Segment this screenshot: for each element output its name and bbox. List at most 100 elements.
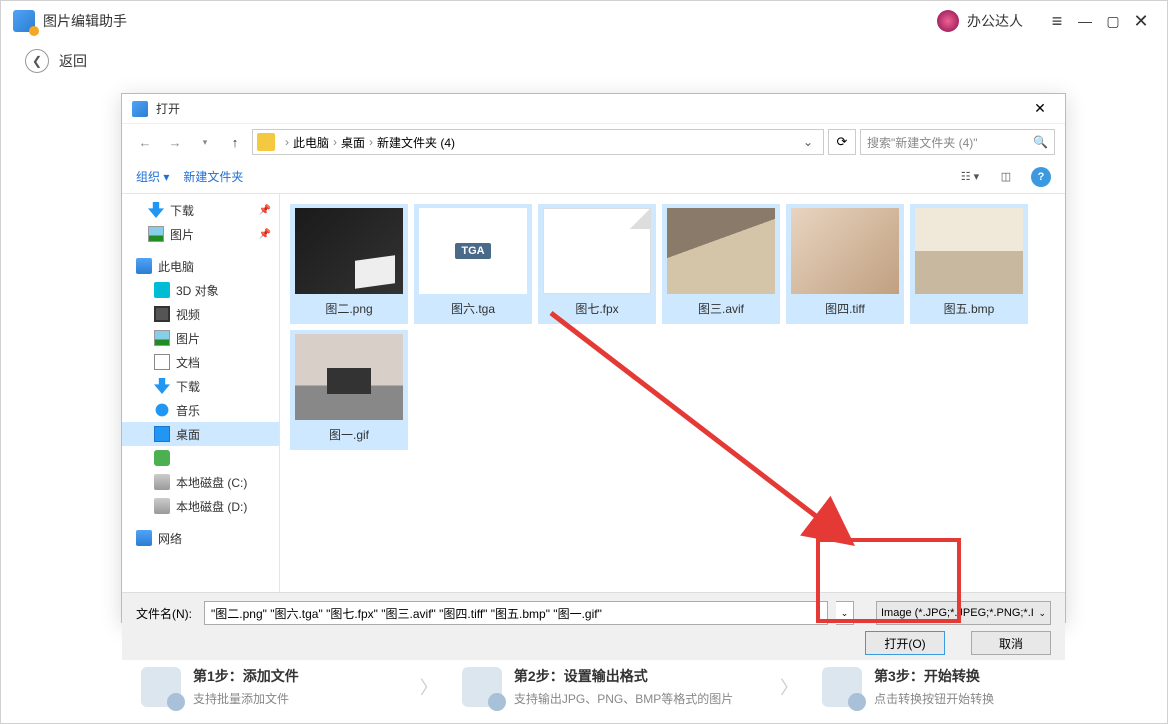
- avatar[interactable]: [937, 10, 959, 32]
- sidebar-item-3d[interactable]: 3D 对象: [122, 278, 279, 302]
- search-icon: 🔍: [1033, 135, 1048, 149]
- sidebar-item-pictures[interactable]: 图片📌: [122, 222, 279, 246]
- pin-icon: 📌: [259, 205, 271, 216]
- sidebar-item-documents[interactable]: 文档: [122, 350, 279, 374]
- file-tile[interactable]: TGA 图六.tga: [414, 204, 532, 324]
- filename-input[interactable]: [204, 601, 828, 625]
- file-grid: 图二.png TGA 图六.tga 图七.fpx图三.avif 图四.tiff 图五.bm…: [280, 194, 1065, 592]
- sidebar-item-downloads[interactable]: 下载📌: [122, 198, 279, 222]
- help-button[interactable]: ?: [1031, 167, 1051, 187]
- search-input[interactable]: 搜索"新建文件夹 (4)" 🔍: [860, 129, 1055, 155]
- step-format-icon: [462, 667, 502, 707]
- minimize-button[interactable]: —: [1071, 7, 1099, 35]
- step-sub: 支持输出JPG、PNG、BMP等格式的图片: [514, 690, 733, 707]
- breadcrumb-dropdown-icon[interactable]: ⌄: [797, 135, 819, 149]
- file-tile[interactable]: 图三.avif: [662, 204, 780, 324]
- file-thumbnail: [295, 334, 403, 420]
- sidebar-item-music[interactable]: 音乐: [122, 398, 279, 422]
- dialog-body: 下载📌 图片📌 此电脑 3D 对象 视频 图片 文档 下载 音乐 桌面 本地磁盘…: [122, 194, 1065, 592]
- app-title: 图片编辑助手: [43, 11, 127, 31]
- nav-recent-button[interactable]: ▾: [192, 130, 218, 154]
- maximize-button[interactable]: ▢: [1099, 7, 1127, 35]
- menu-button[interactable]: ≡: [1043, 7, 1071, 35]
- step-2[interactable]: 第2步：设置输出格式支持输出JPG、PNG、BMP等格式的图片: [462, 666, 756, 707]
- dialog-close-button[interactable]: ✕: [1025, 97, 1055, 121]
- titlebar: 图片编辑助手 办公达人 ≡ — ▢ ✕: [1, 1, 1167, 41]
- preview-pane-button[interactable]: ◫: [995, 167, 1017, 187]
- music-icon: [154, 402, 170, 418]
- file-thumbnail: [667, 208, 775, 294]
- breadcrumb[interactable]: › 此电脑 › 桌面 › 新建文件夹 (4) ⌄: [252, 129, 824, 155]
- document-icon: [154, 354, 170, 370]
- step-1[interactable]: 第1步：添加文件支持批量添加文件: [141, 666, 396, 707]
- step-heading: 第2步：设置输出格式: [514, 666, 733, 686]
- breadcrumb-part[interactable]: 此电脑: [293, 134, 329, 151]
- file-tile[interactable]: 图一.gif: [290, 330, 408, 450]
- cancel-button[interactable]: 取消: [971, 631, 1051, 655]
- sidebar-item-thispc[interactable]: 此电脑: [122, 254, 279, 278]
- pc-icon: [136, 258, 152, 274]
- filename-dropdown-button[interactable]: ⌄: [836, 601, 854, 625]
- sidebar-item-drive-c[interactable]: 本地磁盘 (C:): [122, 470, 279, 494]
- chevron-right-icon: 〉: [420, 674, 438, 700]
- app-icon: [154, 450, 170, 466]
- folder-icon: [257, 133, 275, 151]
- sidebar-item-desktop[interactable]: 桌面: [122, 422, 279, 446]
- sidebar-item-pictures-2[interactable]: 图片: [122, 326, 279, 350]
- back-label[interactable]: 返回: [59, 51, 87, 71]
- file-label: 图六.tga: [451, 300, 495, 317]
- file-tile[interactable]: 图七.fpx: [538, 204, 656, 324]
- back-icon[interactable]: ❮: [25, 49, 49, 73]
- sidebar-item-app[interactable]: [122, 446, 279, 470]
- file-tile[interactable]: 图四.tiff: [786, 204, 904, 324]
- file-tile[interactable]: 图五.bmp: [910, 204, 1028, 324]
- organize-menu[interactable]: 组织 ▾: [136, 168, 169, 185]
- file-thumbnail: TGA: [419, 208, 527, 294]
- disk-icon: [154, 474, 170, 490]
- view-mode-button[interactable]: ☷ ▾: [959, 167, 981, 187]
- step-sub: 点击转换按钮开始转换: [874, 690, 994, 707]
- download-icon: [154, 378, 170, 394]
- sidebar-item-network[interactable]: 网络: [122, 526, 279, 550]
- pin-icon: 📌: [259, 229, 271, 240]
- network-icon: [136, 530, 152, 546]
- step-3[interactable]: 第3步：开始转换点击转换按钮开始转换: [822, 666, 1077, 707]
- nav-forward-button[interactable]: →: [162, 130, 188, 154]
- picture-icon: [154, 330, 170, 346]
- dialog-title: 打开: [156, 100, 180, 117]
- step-convert-icon: [822, 667, 862, 707]
- open-button[interactable]: 打开(O): [865, 631, 945, 655]
- sidebar-item-drive-d[interactable]: 本地磁盘 (D:): [122, 494, 279, 518]
- video-icon: [154, 306, 170, 322]
- cube-icon: [154, 282, 170, 298]
- breadcrumb-part[interactable]: 桌面: [341, 134, 365, 151]
- filetype-filter[interactable]: Image (*.JPG;*.JPEG;*.PNG;*.I⌄: [876, 601, 1051, 625]
- sidebar-item-downloads-2[interactable]: 下载: [122, 374, 279, 398]
- dialog-nav: ← → ▾ ↑ › 此电脑 › 桌面 › 新建文件夹 (4) ⌄ ⟳ 搜索"新建…: [122, 124, 1065, 160]
- tga-badge: TGA: [455, 243, 490, 259]
- file-label: 图四.tiff: [825, 300, 865, 317]
- dialog-footer: 文件名(N): ⌄ Image (*.JPG;*.JPEG;*.PNG;*.I⌄…: [122, 592, 1065, 660]
- sidebar: 下载📌 图片📌 此电脑 3D 对象 视频 图片 文档 下载 音乐 桌面 本地磁盘…: [122, 194, 280, 592]
- step-sub: 支持批量添加文件: [193, 690, 299, 707]
- search-placeholder: 搜索"新建文件夹 (4)": [867, 134, 978, 151]
- step-add-icon: [141, 667, 181, 707]
- filter-text: Image (*.JPG;*.JPEG;*.PNG;*.I: [881, 607, 1034, 619]
- close-button[interactable]: ✕: [1127, 7, 1155, 35]
- step-heading: 第1步：添加文件: [193, 666, 299, 686]
- nav-back-button[interactable]: ←: [132, 130, 158, 154]
- back-bar: ❮ 返回: [1, 41, 1167, 81]
- nav-up-button[interactable]: ↑: [222, 130, 248, 154]
- new-folder-button[interactable]: 新建文件夹: [183, 168, 243, 185]
- chevron-right-icon: 〉: [780, 674, 798, 700]
- file-thumbnail: [791, 208, 899, 294]
- file-tile[interactable]: 图二.png: [290, 204, 408, 324]
- breadcrumb-part[interactable]: 新建文件夹 (4): [377, 134, 455, 151]
- dialog-icon: [132, 101, 148, 117]
- sidebar-item-video[interactable]: 视频: [122, 302, 279, 326]
- step-heading: 第3步：开始转换: [874, 666, 994, 686]
- refresh-button[interactable]: ⟳: [828, 129, 856, 155]
- username[interactable]: 办公达人: [967, 11, 1023, 31]
- file-thumbnail: [295, 208, 403, 294]
- file-thumbnail: [543, 208, 651, 294]
